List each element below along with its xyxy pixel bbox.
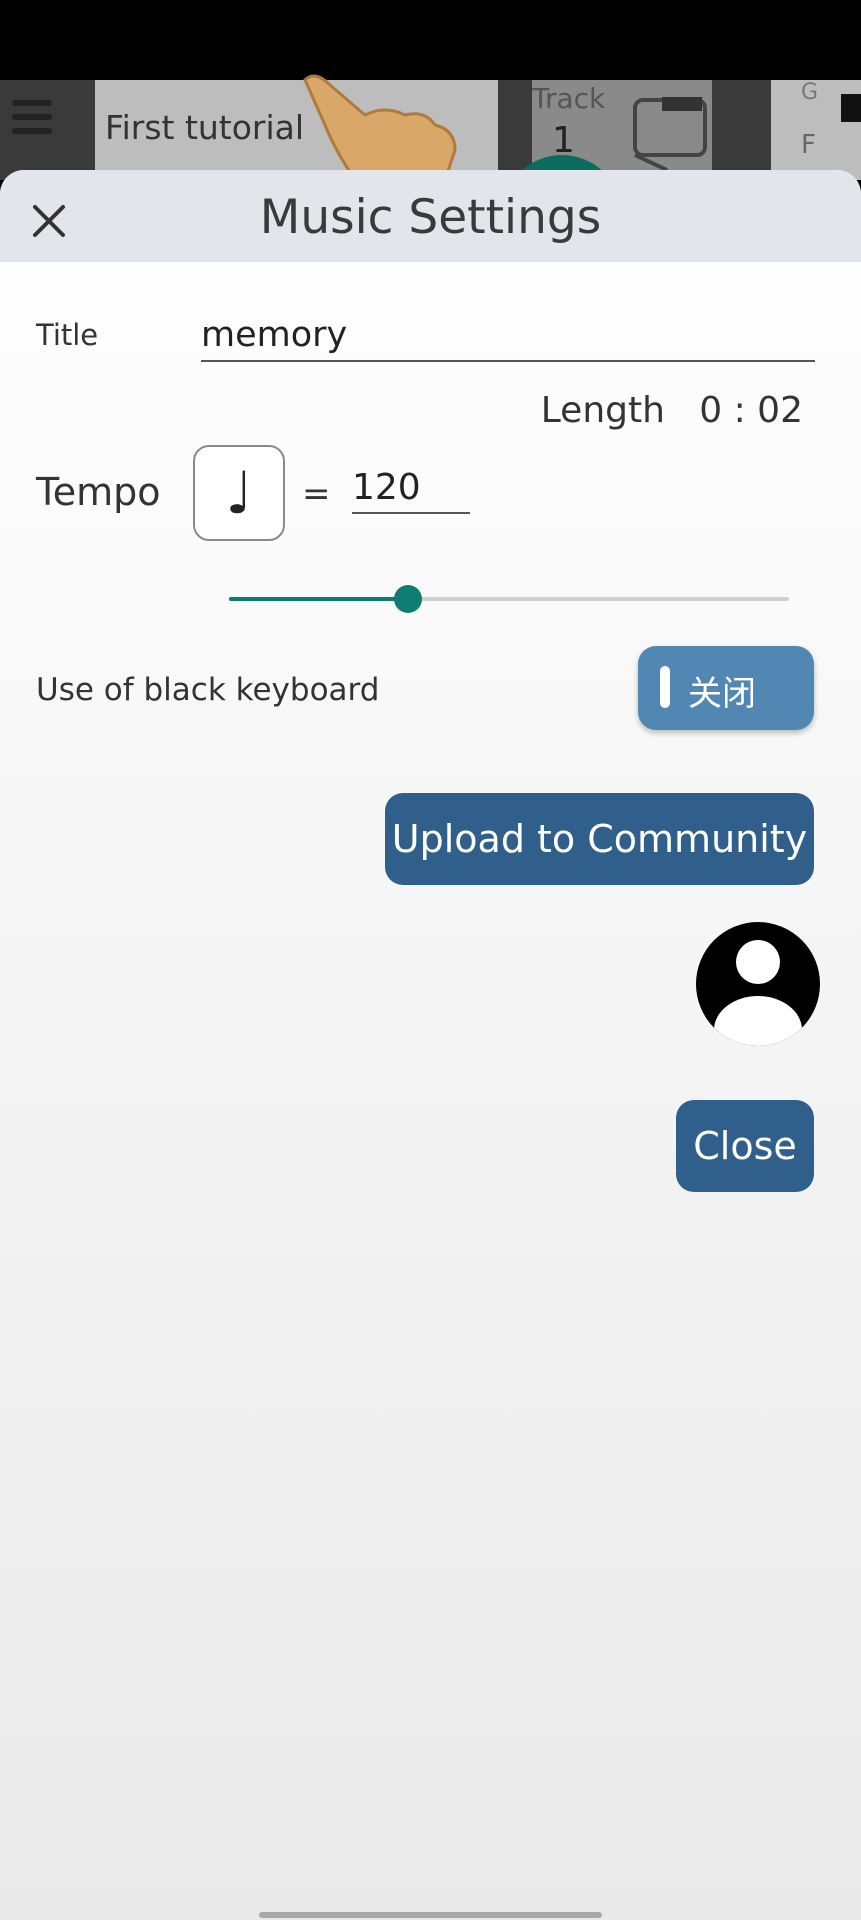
tempo-label: Tempo [36,470,161,514]
tempo-slider-fill [229,597,409,601]
black-key [841,94,861,122]
tutorial-tile[interactable]: First tutorial [95,74,498,180]
upload-to-community-button[interactable]: Upload to Community [385,793,814,885]
toggle-state-label: 关闭 [688,674,756,714]
sheet-header: Music Settings [0,170,861,262]
quarter-note-button[interactable]: ♩ [193,445,285,541]
note-label-f: F [801,130,816,160]
title-label: Title [36,318,99,352]
pointing-hand-icon [303,74,457,180]
black-keyboard-toggle[interactable]: 关闭 [638,646,814,730]
length-value: 0 : 02 [699,390,803,431]
quarter-note-icon: ♩ [225,459,253,527]
black-keyboard-label: Use of black keyboard [36,672,380,708]
home-indicator[interactable] [259,1912,602,1918]
length-display: Length 0 : 02 [541,390,803,431]
tempo-input[interactable] [352,462,470,514]
page-title: Music Settings [259,190,602,245]
avatar-icon[interactable] [694,922,822,1046]
toggle-indicator [660,666,670,708]
tutorial-label: First tutorial [105,108,305,147]
status-bar [0,0,861,80]
piano-icon [633,97,707,172]
note-label-g: G [801,80,819,105]
tempo-slider-thumb[interactable] [394,585,423,613]
close-button[interactable]: Close [676,1100,814,1192]
track-label: Track [532,82,606,115]
keyboard-preview: G F [771,80,861,180]
menu-icon[interactable] [12,100,52,142]
length-label: Length [540,390,665,431]
title-input[interactable] [201,310,815,362]
tempo-slider[interactable] [229,585,789,613]
music-settings-sheet: Music Settings Title Length 0 : 02 Tempo… [0,170,861,1920]
track-tile[interactable]: Track 1 [502,80,712,275]
equals-sign: = [302,474,331,514]
